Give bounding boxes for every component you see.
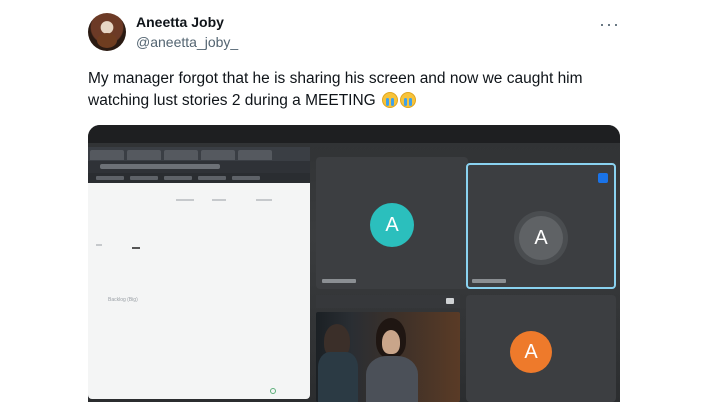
bookmark xyxy=(232,176,260,180)
camera-icon xyxy=(446,298,454,304)
author-name[interactable]: Aneetta Joby xyxy=(136,14,224,30)
bookmark xyxy=(164,176,192,180)
video-person-body xyxy=(318,352,358,402)
doc-line xyxy=(256,199,272,201)
browser-tab-bar xyxy=(88,147,310,161)
tweet-body: My manager forgot that he is sharing his… xyxy=(88,70,583,109)
doc-line xyxy=(176,199,194,201)
browser-tab xyxy=(201,150,235,160)
shared-screen-browser: Backlog (Big) xyxy=(88,147,310,399)
bookmark xyxy=(130,176,158,180)
browser-tab xyxy=(164,150,198,160)
pin-icon[interactable] xyxy=(598,173,608,183)
browser-bookmarks-bar xyxy=(88,173,310,183)
status-dot-icon xyxy=(270,388,276,394)
participant-tile[interactable]: A xyxy=(466,295,616,402)
browser-url xyxy=(100,164,220,169)
video-person-body xyxy=(366,356,418,402)
participant-tile[interactable]: A xyxy=(316,157,468,289)
browser-tab xyxy=(90,150,124,160)
doc-line xyxy=(132,247,140,249)
doc-line xyxy=(212,199,226,201)
participant-video[interactable] xyxy=(316,312,460,402)
browser-tab xyxy=(127,150,161,160)
bookmark xyxy=(198,176,226,180)
author-handle[interactable]: @aneetta_joby_ xyxy=(136,34,238,50)
bookmark xyxy=(96,176,124,180)
loudly-crying-face-emoji xyxy=(400,92,417,108)
loudly-crying-face-emoji xyxy=(382,92,399,108)
more-options-icon[interactable]: ··· xyxy=(599,14,620,35)
video-tile-header xyxy=(316,295,460,308)
shared-doc-text: Backlog (Big) xyxy=(108,297,138,303)
tweet-photo[interactable]: Backlog (Big) A A A xyxy=(88,125,620,402)
participant-avatar: A xyxy=(370,203,414,247)
author-avatar[interactable] xyxy=(88,13,126,51)
tweet-text: My manager forgot that he is sharing his… xyxy=(88,68,628,112)
active-speaker-border xyxy=(466,163,616,289)
doc-line xyxy=(96,244,102,246)
browser-address-bar xyxy=(88,161,310,173)
video-face xyxy=(382,330,400,354)
browser-tab xyxy=(238,150,272,160)
participant-name xyxy=(322,279,356,283)
participant-avatar: A xyxy=(510,331,552,373)
